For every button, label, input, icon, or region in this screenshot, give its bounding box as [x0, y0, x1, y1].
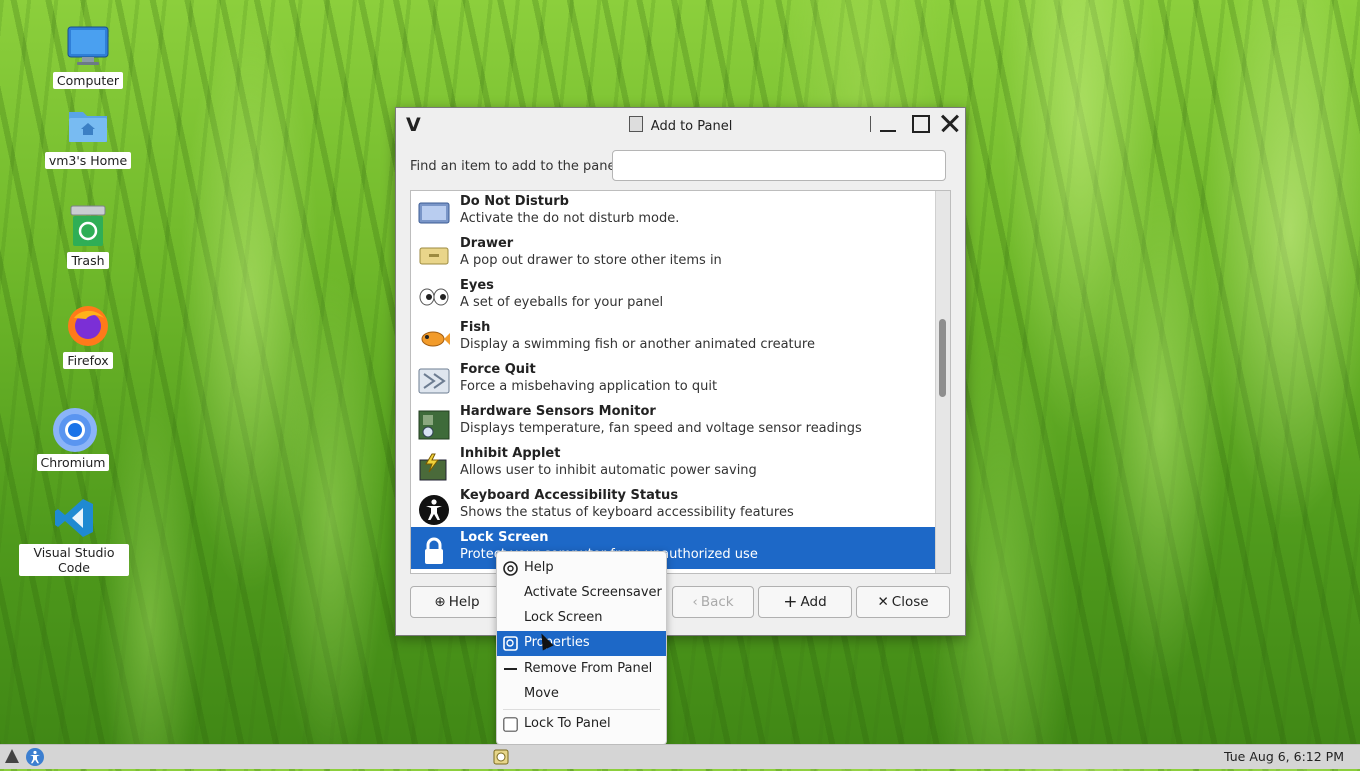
lock-icon — [418, 536, 448, 564]
desktop-icon-vscode[interactable]: Visual Studio Code — [19, 496, 129, 576]
menu-item-lock-to-panel[interactable]: Lock To Panel — [497, 712, 666, 737]
list-item[interactable]: Fish Display a swimming fish or another … — [411, 317, 935, 359]
chromium-icon — [51, 406, 97, 452]
help-button[interactable]: ⊕ Help — [410, 586, 504, 618]
menu-item-move[interactable]: Move — [497, 682, 666, 707]
list-item[interactable]: Force Quit Force a misbehaving applicati… — [411, 359, 935, 401]
window-title: Add to Panel — [650, 119, 733, 134]
sensors-icon — [418, 410, 450, 440]
list-item[interactable]: Eyes A set of eyeballs for your panel — [411, 275, 935, 317]
menu-item-properties[interactable]: Properties — [497, 631, 666, 656]
list-item[interactable]: Drawer A pop out drawer to store other i… — [411, 233, 935, 275]
scrollbar-thumb[interactable] — [939, 319, 946, 397]
minimize-button[interactable] — [876, 112, 900, 136]
trash-icon — [66, 204, 110, 248]
desktop-icon-label: Computer — [52, 72, 124, 89]
list-scrollbar[interactable] — [935, 191, 950, 573]
desktop-icon-label: vm3's Home — [44, 152, 132, 169]
add-button[interactable]: + Add — [758, 586, 852, 618]
checkbox-icon[interactable] — [503, 717, 518, 732]
plus-icon: + — [783, 592, 798, 612]
desktop-icon-label: Visual Studio Code — [19, 544, 129, 576]
vscode-icon — [52, 496, 96, 540]
monitor-icon — [66, 24, 110, 68]
drawer-icon — [418, 242, 449, 268]
lock-screen-applet-icon[interactable] — [491, 747, 511, 767]
list-item[interactable]: Lock Screen Protect your computer from u… — [411, 527, 935, 569]
firefox-icon — [66, 304, 110, 348]
find-label: Find an item to add to the panel: — [410, 159, 624, 174]
menu-item-lock-screen[interactable]: Lock Screen — [497, 606, 666, 631]
desktop-icon-label: Trash — [67, 252, 109, 269]
close-icon: ✕ — [877, 594, 889, 610]
menu-item-activate-screensaver[interactable]: Activate Screensaver — [497, 581, 666, 606]
context-menu: Help Activate Screensaver Lock Screen Pr… — [496, 551, 667, 745]
close-window-button[interactable] — [938, 112, 962, 136]
search-input[interactable] — [612, 150, 946, 181]
list-item[interactable]: Do Not Disturb Activate the do not distu… — [411, 191, 935, 233]
help-icon — [503, 561, 518, 576]
menu-separator — [503, 709, 660, 710]
force-quit-icon — [418, 368, 450, 394]
close-button[interactable]: ✕ Close — [856, 586, 950, 618]
properties-icon — [503, 636, 518, 651]
list-item[interactable]: Hardware Sensors Monitor Displays temper… — [411, 401, 935, 443]
title-bar[interactable]: V Add to Panel — [396, 108, 965, 141]
list-item[interactable]: Inhibit Applet Allows user to inhibit au… — [411, 443, 935, 485]
back-button[interactable]: ‹ Back — [672, 586, 754, 618]
remove-icon — [503, 662, 518, 677]
desktop-icon-home[interactable]: vm3's Home — [33, 104, 143, 169]
maximize-button[interactable] — [908, 112, 932, 136]
clock[interactable]: Tue Aug 6, 6:12 PM — [1224, 749, 1344, 764]
menu-app-icon[interactable] — [3, 747, 23, 767]
add-to-panel-window: V Add to Panel Find an item to add to th… — [395, 107, 966, 636]
help-icon: ⊕ — [434, 594, 446, 610]
desktop-icon-label: Firefox — [63, 352, 113, 369]
do-not-disturb-icon — [418, 200, 450, 226]
menu-item-help[interactable]: Help — [497, 556, 666, 581]
desktop-icon-label: Chromium — [36, 454, 110, 471]
desktop-icon-firefox[interactable]: Firefox — [33, 304, 143, 369]
window-title-icon — [628, 116, 643, 132]
accessibility-icon — [418, 494, 449, 525]
search-row: Find an item to add to the panel: — [410, 150, 951, 184]
home-folder-icon — [66, 104, 110, 148]
list-item[interactable]: Keyboard Accessibility Status Shows the … — [411, 485, 935, 527]
inhibit-icon — [418, 452, 448, 481]
desktop-icon-chromium[interactable]: Chromium — [18, 406, 128, 471]
bottom-panel: Tue Aug 6, 6:12 PM — [0, 744, 1360, 769]
chevron-left-icon: ‹ — [692, 594, 698, 610]
fish-icon — [418, 326, 450, 352]
accessibility-icon[interactable] — [25, 747, 45, 767]
eyes-icon — [418, 284, 449, 310]
desktop-icon-trash[interactable]: Trash — [33, 204, 143, 269]
menu-item-remove-from-panel[interactable]: Remove From Panel — [497, 657, 666, 682]
desktop-icon-computer[interactable]: Computer — [33, 24, 143, 89]
item-list[interactable]: Do Not Disturb Activate the do not distu… — [410, 190, 951, 574]
